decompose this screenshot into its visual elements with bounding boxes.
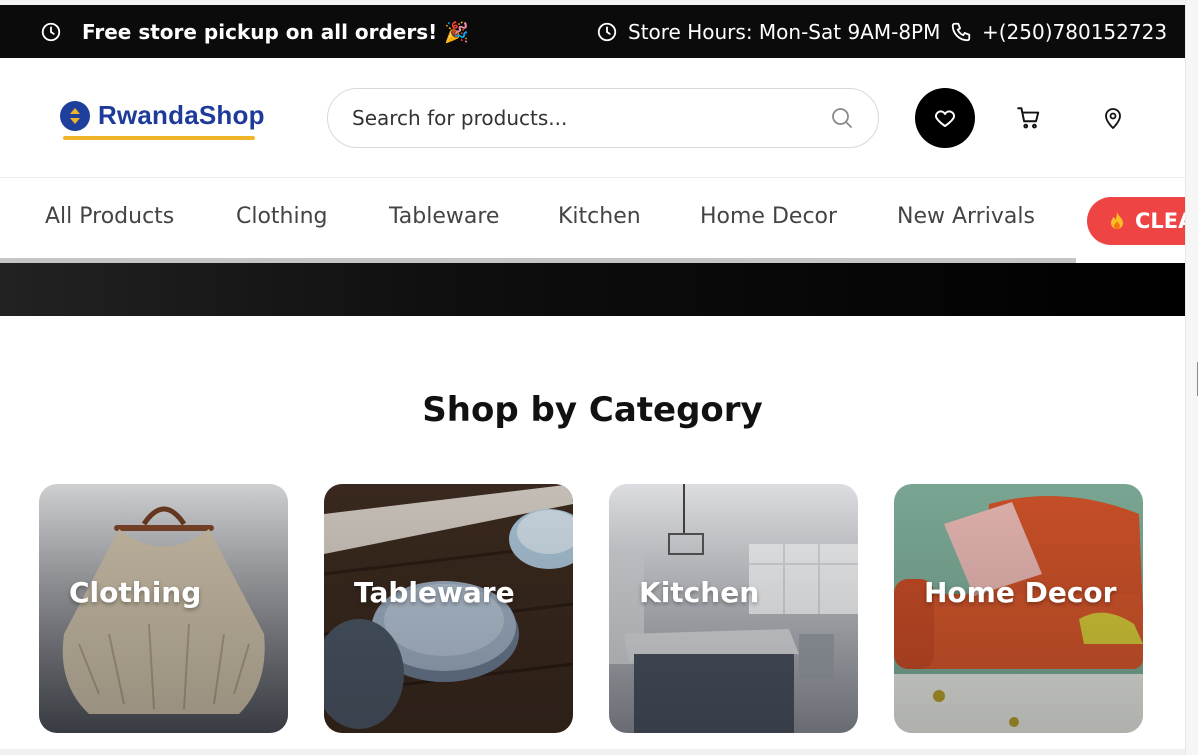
clearance-label: CLEA [1135,209,1185,233]
category-label: Kitchen [639,576,760,609]
page-vertical-scrollbar[interactable] [1185,0,1198,755]
category-card-kitchen[interactable]: Kitchen [609,484,858,733]
category-card-tableware[interactable]: Tableware [324,484,573,733]
nav-item-tableware[interactable]: Tableware [389,179,499,255]
store-locator-button[interactable] [1098,104,1128,132]
store-hours-text: Store Hours: Mon-Sat 9AM-8PM [628,19,941,44]
phone-icon [951,22,971,41]
nav-item-kitchen[interactable]: Kitchen [558,179,641,255]
flame-icon [1111,212,1123,229]
promo-message: Free store pickup on all orders! 🎉 [40,5,469,58]
site-header: RwandaShop [0,58,1185,178]
category-nav: All Products Clothing Tableware Kitchen … [0,179,1185,258]
heart-icon [934,110,956,127]
nav-item-all-products[interactable]: All Products [45,179,174,255]
page-bottom-edge [0,749,1185,755]
logo-text: RwandaShop [98,100,265,130]
cart-button[interactable] [1012,104,1046,132]
search-bar [327,88,879,148]
category-card-home-decor[interactable]: Home Decor [894,484,1143,733]
promo-text: Free store pickup on all orders! 🎉 [82,19,470,44]
category-card-clothing[interactable]: Clothing [39,484,288,733]
phone-link[interactable]: +(250)780152723 [950,5,1167,58]
logo-mark-icon [60,100,90,131]
clearance-button[interactable]: CLEA [1087,197,1185,245]
search-input[interactable] [328,90,798,146]
category-label: Clothing [69,576,202,609]
clock-icon [597,22,617,41]
announcement-bar: Free store pickup on all orders! 🎉 Store… [0,5,1185,58]
logo[interactable]: RwandaShop [60,100,265,131]
category-label: Home Decor [924,576,1117,609]
nav-item-home-decor[interactable]: Home Decor [700,179,837,255]
logo-underline [63,136,255,140]
category-label: Tableware [354,576,515,609]
location-pin-icon [1105,108,1121,130]
wishlist-button[interactable] [915,88,975,148]
search-icon[interactable] [830,106,854,130]
hero-banner [0,263,1185,316]
nav-item-clothing[interactable]: Clothing [236,179,328,255]
section-title: Shop by Category [422,390,763,430]
store-hours: Store Hours: Mon-Sat 9AM-8PM [596,5,940,58]
phone-number: +(250)780152723 [982,19,1168,44]
clock-icon [41,22,61,41]
cart-icon [1017,107,1040,129]
page: Free store pickup on all orders! 🎉 Store… [0,0,1185,755]
nav-item-new-arrivals[interactable]: New Arrivals [897,179,1035,255]
